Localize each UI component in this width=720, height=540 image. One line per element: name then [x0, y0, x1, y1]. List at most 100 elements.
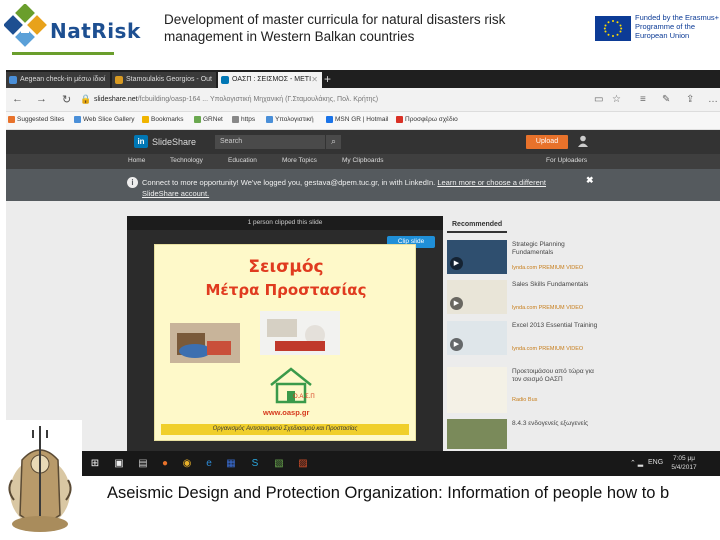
close-tab-icon[interactable]: ✕ [311, 75, 318, 84]
poseidon-emblem-icon [8, 426, 72, 532]
recommended-title: Sales Skills Fundamentals [512, 281, 589, 288]
tab-recommended[interactable]: Recommended [447, 216, 597, 233]
recommended-source: lynda.com PREMIUM VIDEO [512, 346, 584, 352]
firefox-icon[interactable]: ● [158, 458, 172, 469]
browser-tab-active[interactable]: ΟΑΣΠ : ΣΕΙΣΜΟΣ - ΜΕΤΙ ✕ [218, 72, 322, 88]
play-icon: ▶ [450, 297, 463, 310]
nav-my-clipboards[interactable]: My Clipboards [342, 157, 384, 164]
recommended-item[interactable]: ▶ Strategic Planning Fundamentals lynda.… [447, 240, 599, 274]
notice-text: Connect to more opportunity! We've logge… [142, 177, 582, 199]
forward-icon[interactable]: → [36, 93, 47, 105]
slide-subtitle: Μέτρα Προστασίας [205, 281, 367, 299]
slide-image[interactable]: Σεισμός Μέτρα Προστασίας Ο.Α.Σ.Π www.oas… [154, 244, 416, 441]
share-icon[interactable]: ⇪ [686, 94, 694, 105]
browser-tab[interactable]: Stamoulakis Georgios - Out [112, 72, 216, 88]
nav-more-topics[interactable]: More Topics [282, 157, 317, 164]
logo-underline [12, 52, 114, 55]
favorite-link[interactable]: GRNet [194, 116, 223, 123]
oasp-emblem [0, 420, 82, 540]
favorite-star-icon[interactable]: ☆ [612, 94, 621, 105]
windows-start-icon[interactable]: ⊞ [88, 458, 102, 469]
tab-label: ΟΑΣΠ : ΣΕΙΣΜΟΣ - ΜΕΤΙ [232, 76, 312, 83]
login-notice: i Connect to more opportunity! We've log… [6, 169, 720, 201]
tray-icons[interactable]: ⌃ ▂ [630, 459, 643, 467]
page-title: Development of master curricula for natu… [164, 12, 506, 44]
browser-screenshot: Aegean check-in μέσω ίδιοί Stamoulakis G… [6, 70, 720, 476]
hub-icon[interactable]: ≡ [640, 94, 646, 105]
new-tab-icon[interactable]: + [324, 72, 331, 86]
favorite-label: Web Slice Gallery [83, 116, 135, 123]
favorite-link[interactable]: MSN GR | Hotmail [326, 116, 388, 123]
recommended-source: Radio Bus [512, 397, 538, 403]
reading-view-icon[interactable]: ▭ [594, 94, 603, 105]
favorite-label: Προσφέρω σχέδιο [405, 116, 458, 123]
favorite-label: https [241, 116, 256, 123]
natrisk-logo: NatRisk [3, 3, 140, 56]
slideshare-nav: Home Technology Education More Topics My… [6, 154, 720, 169]
favorite-label: Bookmarks [151, 116, 184, 123]
natrisk-emblem-icon [3, 3, 47, 47]
favorite-link[interactable]: Suggested Sites [8, 116, 64, 123]
linkedin-icon[interactable]: in [134, 135, 148, 148]
recommended-thumbnail: ▶ [447, 280, 507, 314]
skype-icon[interactable]: S [248, 458, 262, 469]
clock-time: 7:05 μμ [673, 455, 695, 462]
recommended-thumbnail [447, 419, 507, 449]
recommended-item[interactable]: ▶ Excel 2013 Essential Training lynda.co… [447, 321, 599, 355]
nav-education[interactable]: Education [228, 157, 257, 164]
recommended-item[interactable]: 8.4.3 ενδογενείς εξωγενείς [447, 419, 599, 449]
favorite-link[interactable]: Προσφέρω σχέδιο [396, 116, 458, 123]
folder-icon[interactable]: ▤ [136, 458, 150, 469]
play-icon: ▶ [450, 257, 463, 270]
edge-icon[interactable]: e [202, 458, 216, 469]
slide-caption: Aseismic Design and Protection Organizat… [107, 484, 670, 502]
favorite-link[interactable]: https [232, 116, 255, 123]
favorites-bar: Suggested Sites Web Slice Gallery Bookma… [6, 112, 720, 130]
upload-button[interactable]: Upload [526, 135, 568, 149]
nav-for-uploaders[interactable]: For Uploaders [546, 157, 587, 164]
slide-footer: Οργανισμός Αντισεισμικού Σχεδιασμού και … [161, 424, 409, 435]
recommended-source: lynda.com PREMIUM VIDEO [512, 305, 584, 311]
recommended-item[interactable]: Προετοιμάσου από τώρα για τον σεισμό ΟΑΣ… [447, 367, 599, 413]
keyboard-language[interactable]: ENG [648, 459, 663, 466]
lock-icon: 🔒 [80, 94, 92, 104]
tab-favicon-icon [221, 76, 229, 84]
powerpoint-icon[interactable]: ▨ [296, 458, 310, 469]
search-icon[interactable]: ⌕ [325, 135, 341, 149]
tab-underline [447, 231, 507, 233]
recommended-item[interactable]: ▶ Sales Skills Fundamentals lynda.com PR… [447, 280, 599, 314]
favorite-favicon-icon [194, 116, 201, 123]
word-icon[interactable]: ▦ [224, 458, 238, 469]
search-input[interactable]: Search [215, 135, 325, 149]
user-icon[interactable] [578, 135, 588, 147]
slideshare-brand[interactable]: SlideShare [152, 137, 196, 147]
favorite-link[interactable]: Bookmarks [142, 116, 184, 123]
slide-header: NatRisk Development of master curricula … [0, 0, 720, 66]
url-field[interactable]: slideshare.net/fcbuilding/oasp-164 ... Υ… [94, 93, 584, 107]
back-icon[interactable]: ← [12, 93, 23, 105]
store-icon[interactable]: ▣ [112, 458, 126, 469]
earthquake-photo [165, 305, 345, 375]
nav-home[interactable]: Home [128, 157, 145, 164]
recommended-title: 8.4.3 ενδογενείς εξωγενείς [512, 420, 589, 427]
org-abbreviation: Ο.Α.Σ.Π [293, 394, 315, 400]
recommended-thumbnail: ▶ [447, 321, 507, 355]
favorite-link[interactable]: Υπολογιστική [266, 116, 314, 123]
browser-tab[interactable]: Aegean check-in μέσω ίδιοί [6, 72, 110, 88]
system-clock[interactable]: 7:05 μμ 5/4/2017 [666, 454, 702, 472]
nav-technology[interactable]: Technology [170, 157, 203, 164]
clock-date: 5/4/2017 [671, 464, 697, 471]
excel-icon[interactable]: ▧ [272, 458, 286, 469]
notes-icon[interactable]: ✎ [662, 94, 670, 105]
favorite-label: Υπολογιστική [275, 116, 314, 123]
more-icon[interactable]: … [708, 94, 718, 105]
info-icon: i [127, 177, 138, 188]
refresh-icon[interactable]: ↻ [62, 93, 71, 106]
play-icon: ▶ [450, 338, 463, 351]
favorite-link[interactable]: Web Slice Gallery [74, 116, 135, 123]
favorite-label: GRNet [203, 116, 223, 123]
close-icon[interactable]: ✖ [586, 175, 594, 186]
chrome-icon[interactable]: ◉ [180, 458, 194, 469]
url-path: /fcbuilding/oasp-164 ... Υπολογιστική Μη… [137, 96, 379, 103]
windows-taskbar: ⊞ ▣ ▤ ● ◉ e ▦ S ▧ ▨ ⌃ ▂ ENG 7:05 μμ 5/4/… [6, 451, 720, 476]
